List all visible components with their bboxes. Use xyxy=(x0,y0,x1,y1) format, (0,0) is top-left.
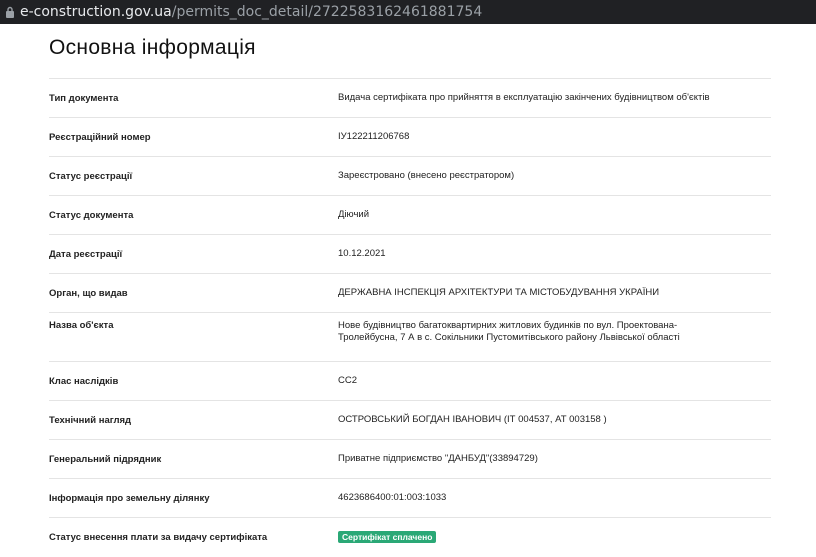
info-row-registration-date: Дата реєстрації 10.12.2021 xyxy=(49,235,771,274)
url-host[interactable]: e-construction.gov.ua xyxy=(20,4,172,20)
row-value: ДЕРЖАВНА ІНСПЕКЦІЯ АРХІТЕКТУРИ ТА МІСТОБ… xyxy=(338,287,660,298)
main-content: Основна інформація Тип документа Видача … xyxy=(49,24,771,556)
row-value: Діючий xyxy=(338,209,370,220)
row-label: Дата реєстрації xyxy=(49,248,123,260)
row-label: Генеральний підрядник xyxy=(49,453,162,465)
row-label: Назва об'єкта xyxy=(49,320,114,331)
row-label: Технічний нагляд xyxy=(49,414,132,426)
info-row-document-type: Тип документа Видача сертифіката про при… xyxy=(49,79,771,118)
row-value: Зареєстровано (внесено реєстратором) xyxy=(338,170,515,181)
row-label: Статус документа xyxy=(49,209,134,221)
row-value: Нове будівництво багатоквартирних житлов… xyxy=(338,320,771,344)
row-value: Сертифікат сплачено xyxy=(338,530,771,544)
row-value: 10.12.2021 xyxy=(338,248,386,259)
info-row-consequence-class: Клас наслідків СС2 xyxy=(49,362,771,401)
info-row-registration-number: Реєстраційний номер ІУ122211206768 xyxy=(49,118,771,157)
row-value-line: Нове будівництво багатоквартирних житлов… xyxy=(338,320,678,331)
row-value-line: Тролейбусна, 7 А в с. Сокільники Пустоми… xyxy=(338,332,680,343)
info-row-general-contractor: Генеральний підрядник Приватне підприємс… xyxy=(49,440,771,479)
row-value: ОСТРОВСЬКИЙ БОГДАН ІВАНОВИЧ (ІТ 004537, … xyxy=(338,414,607,425)
row-label: Клас наслідків xyxy=(49,375,119,387)
row-value: 4623686400:01:003:1033 xyxy=(338,492,447,503)
lock-icon[interactable] xyxy=(0,0,20,24)
section-title: Основна інформація xyxy=(49,24,771,79)
info-row-payment-status: Статус внесення плати за видачу сертифік… xyxy=(49,518,771,556)
status-badge: Сертифікат сплачено xyxy=(338,530,437,543)
info-row-issuing-authority: Орган, що видав ДЕРЖАВНА ІНСПЕКЦІЯ АРХІТ… xyxy=(49,274,771,313)
row-value: Видача сертифіката про прийняття в експл… xyxy=(338,92,710,103)
info-row-document-status: Статус документа Діючий xyxy=(49,196,771,235)
info-row-registration-status: Статус реєстрації Зареєстровано (внесено… xyxy=(49,157,771,196)
row-label: Статус реєстрації xyxy=(49,170,133,182)
row-value: СС2 xyxy=(338,375,358,386)
row-label: Інформація про земельну ділянку xyxy=(49,492,210,504)
info-row-technical-supervision: Технічний нагляд ОСТРОВСЬКИЙ БОГДАН ІВАН… xyxy=(49,401,771,440)
row-value: ІУ122211206768 xyxy=(338,131,410,142)
url-path[interactable]: /permits_doc_detail/2722583162461881754 xyxy=(172,4,483,20)
row-label: Орган, що видав xyxy=(49,287,128,299)
row-label: Тип документа xyxy=(49,92,119,104)
info-row-object-name: Назва об'єкта Нове будівництво багатоква… xyxy=(49,313,771,362)
info-row-land-plot: Інформація про земельну ділянку 46236864… xyxy=(49,479,771,518)
row-value: Приватне підприємство "ДАНБУД"(33894729) xyxy=(338,453,538,464)
row-label: Статус внесення плати за видачу сертифік… xyxy=(49,531,268,543)
address-bar[interactable]: e-construction.gov.ua/permits_doc_detail… xyxy=(0,0,816,24)
row-label: Реєстраційний номер xyxy=(49,131,151,143)
